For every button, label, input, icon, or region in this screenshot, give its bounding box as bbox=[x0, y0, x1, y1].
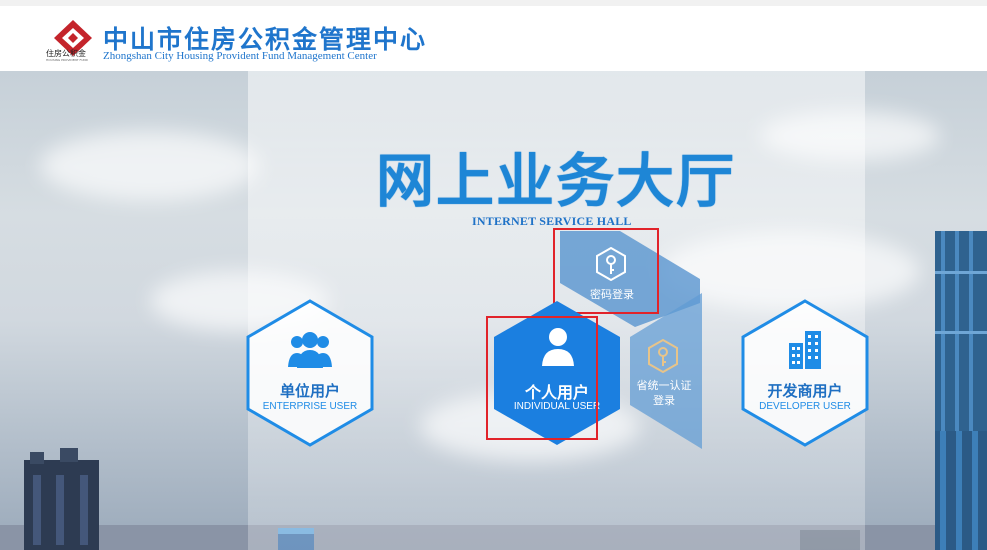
hero-banner: 网上业务大厅 INTERNET SERVICE HALL 单位用户 ENTERP… bbox=[0, 71, 987, 550]
developer-user-label: 开发商用户 bbox=[767, 382, 843, 400]
enterprise-user-label: 单位用户 bbox=[279, 382, 340, 400]
skyscraper bbox=[935, 231, 987, 431]
individual-user-highlight bbox=[486, 316, 598, 440]
key-icon bbox=[648, 339, 678, 373]
developer-user-label-en: DEVELOPER USER bbox=[759, 401, 851, 412]
unified-login-label-1: 省统一认证 bbox=[636, 379, 692, 392]
site-header: 住房公积金 HOUSING PROVIDENT FUND 中山市住房公积金管理中… bbox=[0, 0, 987, 71]
unified-login-button[interactable]: 省统一认证 登录 bbox=[622, 293, 702, 449]
logo-subtext: HOUSING PROVIDENT FUND bbox=[46, 58, 88, 62]
hall-title: 网上业务大厅 bbox=[376, 147, 737, 215]
site-title-en: Zhongshan City Housing Provident Fund Ma… bbox=[103, 50, 377, 62]
enterprise-user-button[interactable]: 单位用户 ENTERPRISE USER bbox=[246, 299, 374, 447]
developer-user-button[interactable]: 开发商用户 DEVELOPER USER bbox=[741, 299, 869, 447]
users-icon bbox=[288, 332, 332, 368]
enterprise-user-label-en: ENTERPRISE USER bbox=[262, 401, 358, 412]
unified-login-label-2: 登录 bbox=[653, 394, 675, 407]
cloud bbox=[40, 131, 260, 201]
building-icon bbox=[789, 331, 821, 369]
